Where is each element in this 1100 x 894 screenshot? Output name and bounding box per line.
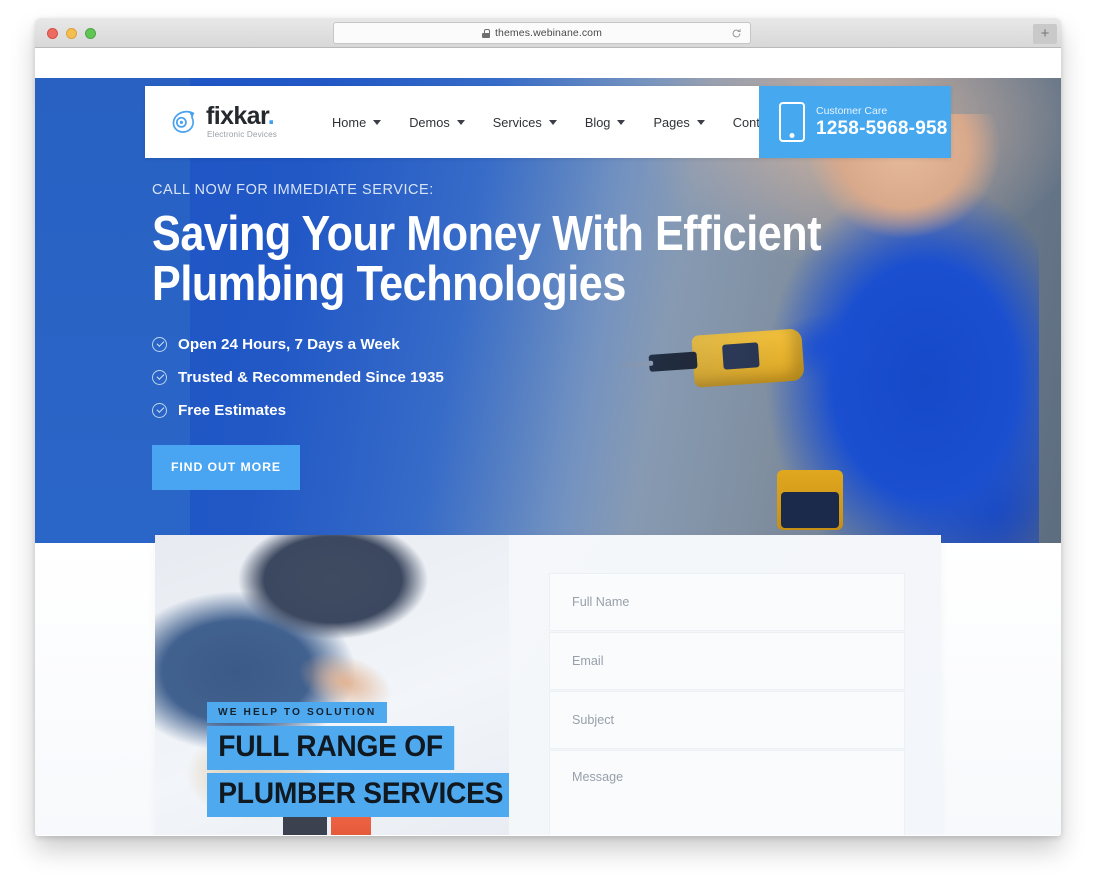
nav-item-services[interactable]: Services xyxy=(480,107,570,138)
hero-title: Saving Your Money With Efficient Plumbin… xyxy=(152,207,822,311)
brand-dot: . xyxy=(267,102,275,131)
promo-contact-card: WE HELP TO SOLUTION FULL RANGE OF PLUMBE… xyxy=(155,535,941,835)
browser-chrome: themes.webinane.com + xyxy=(35,18,1061,48)
hero-feature-label: Trusted & Recommended Since 1935 xyxy=(178,368,444,386)
primary-navigation: Home Demos Services Blog Pages Contact xyxy=(319,107,809,138)
email-input[interactable] xyxy=(549,632,905,690)
chevron-down-icon xyxy=(696,119,705,125)
hero-eyebrow: CALL NOW FOR IMMEDIATE SERVICE: xyxy=(152,182,434,198)
nav-item-blog[interactable]: Blog xyxy=(572,107,639,138)
nav-label-services: Services xyxy=(492,114,542,130)
hero-feature-label: Free Estimates xyxy=(178,401,287,419)
customer-care-number[interactable]: 1258-5968-958 xyxy=(816,118,948,140)
comet-logo-icon xyxy=(172,111,195,134)
full-name-input[interactable] xyxy=(549,573,905,631)
check-circle-icon xyxy=(152,369,167,385)
brand-logo[interactable]: fixkar. Electronic Devices xyxy=(145,104,277,139)
promo-headline: WE HELP TO SOLUTION FULL RANGE OF PLUMBE… xyxy=(207,702,509,817)
nav-label-pages: Pages xyxy=(653,114,690,130)
url-text: themes.webinane.com xyxy=(495,27,602,39)
promo-photo: WE HELP TO SOLUTION FULL RANGE OF PLUMBE… xyxy=(155,535,509,835)
customer-care-block[interactable]: Customer Care 1258-5968-958 xyxy=(759,86,951,158)
nav-label-demos: Demos xyxy=(409,114,450,130)
promo-line-2: PLUMBER SERVICES xyxy=(207,773,509,817)
chevron-down-icon xyxy=(617,119,626,125)
contact-form xyxy=(509,535,941,835)
mobile-phone-icon xyxy=(779,102,805,142)
minimize-window-button[interactable] xyxy=(66,28,77,39)
chevron-down-icon xyxy=(548,119,557,125)
nav-label-blog: Blog xyxy=(584,114,611,130)
hero-feature-item: Free Estimates xyxy=(152,402,912,419)
site-navbar: fixkar. Electronic Devices Home Demos Se… xyxy=(145,86,951,158)
browser-window: themes.webinane.com + fixkar. Electronic… xyxy=(35,18,1061,836)
check-circle-icon xyxy=(152,336,167,352)
traffic-lights xyxy=(47,28,96,39)
nav-item-demos[interactable]: Demos xyxy=(396,107,478,138)
promo-kicker: WE HELP TO SOLUTION xyxy=(207,702,388,723)
promo-line-1: FULL RANGE OF xyxy=(207,726,455,770)
find-out-more-button[interactable]: FIND OUT MORE xyxy=(152,444,300,490)
hero-section: fixkar. Electronic Devices Home Demos Se… xyxy=(35,78,1061,543)
hero-feature-item: Open 24 Hours, 7 Days a Week xyxy=(152,336,912,353)
lock-icon xyxy=(482,28,491,38)
reload-icon[interactable] xyxy=(731,28,742,39)
close-window-button[interactable] xyxy=(47,28,58,39)
zoom-window-button[interactable] xyxy=(85,28,96,39)
message-textarea[interactable] xyxy=(549,750,905,835)
chevron-down-icon xyxy=(456,119,465,125)
new-tab-button[interactable]: + xyxy=(1033,24,1057,44)
hero-feature-list: Open 24 Hours, 7 Days a Week Trusted & R… xyxy=(152,336,912,419)
check-circle-icon xyxy=(152,402,167,418)
customer-care-label: Customer Care xyxy=(816,104,888,117)
nav-label-home: Home xyxy=(332,114,367,130)
brand-tagline: Electronic Devices xyxy=(207,130,278,140)
hero-feature-item: Trusted & Recommended Since 1935 xyxy=(152,369,912,386)
chevron-down-icon xyxy=(373,119,382,125)
lower-section: WE HELP TO SOLUTION FULL RANGE OF PLUMBE… xyxy=(35,535,1061,835)
subject-input[interactable] xyxy=(549,691,905,749)
page-top-strip xyxy=(35,48,1061,78)
page-viewport: fixkar. Electronic Devices Home Demos Se… xyxy=(35,48,1061,835)
nav-item-pages[interactable]: Pages xyxy=(640,107,717,138)
address-bar[interactable]: themes.webinane.com xyxy=(333,22,751,44)
nav-item-home[interactable]: Home xyxy=(319,107,394,138)
brand-name: fixkar. xyxy=(206,102,275,131)
hero-content: CALL NOW FOR IMMEDIATE SERVICE: Saving Y… xyxy=(152,182,912,490)
hero-feature-label: Open 24 Hours, 7 Days a Week xyxy=(178,335,400,353)
